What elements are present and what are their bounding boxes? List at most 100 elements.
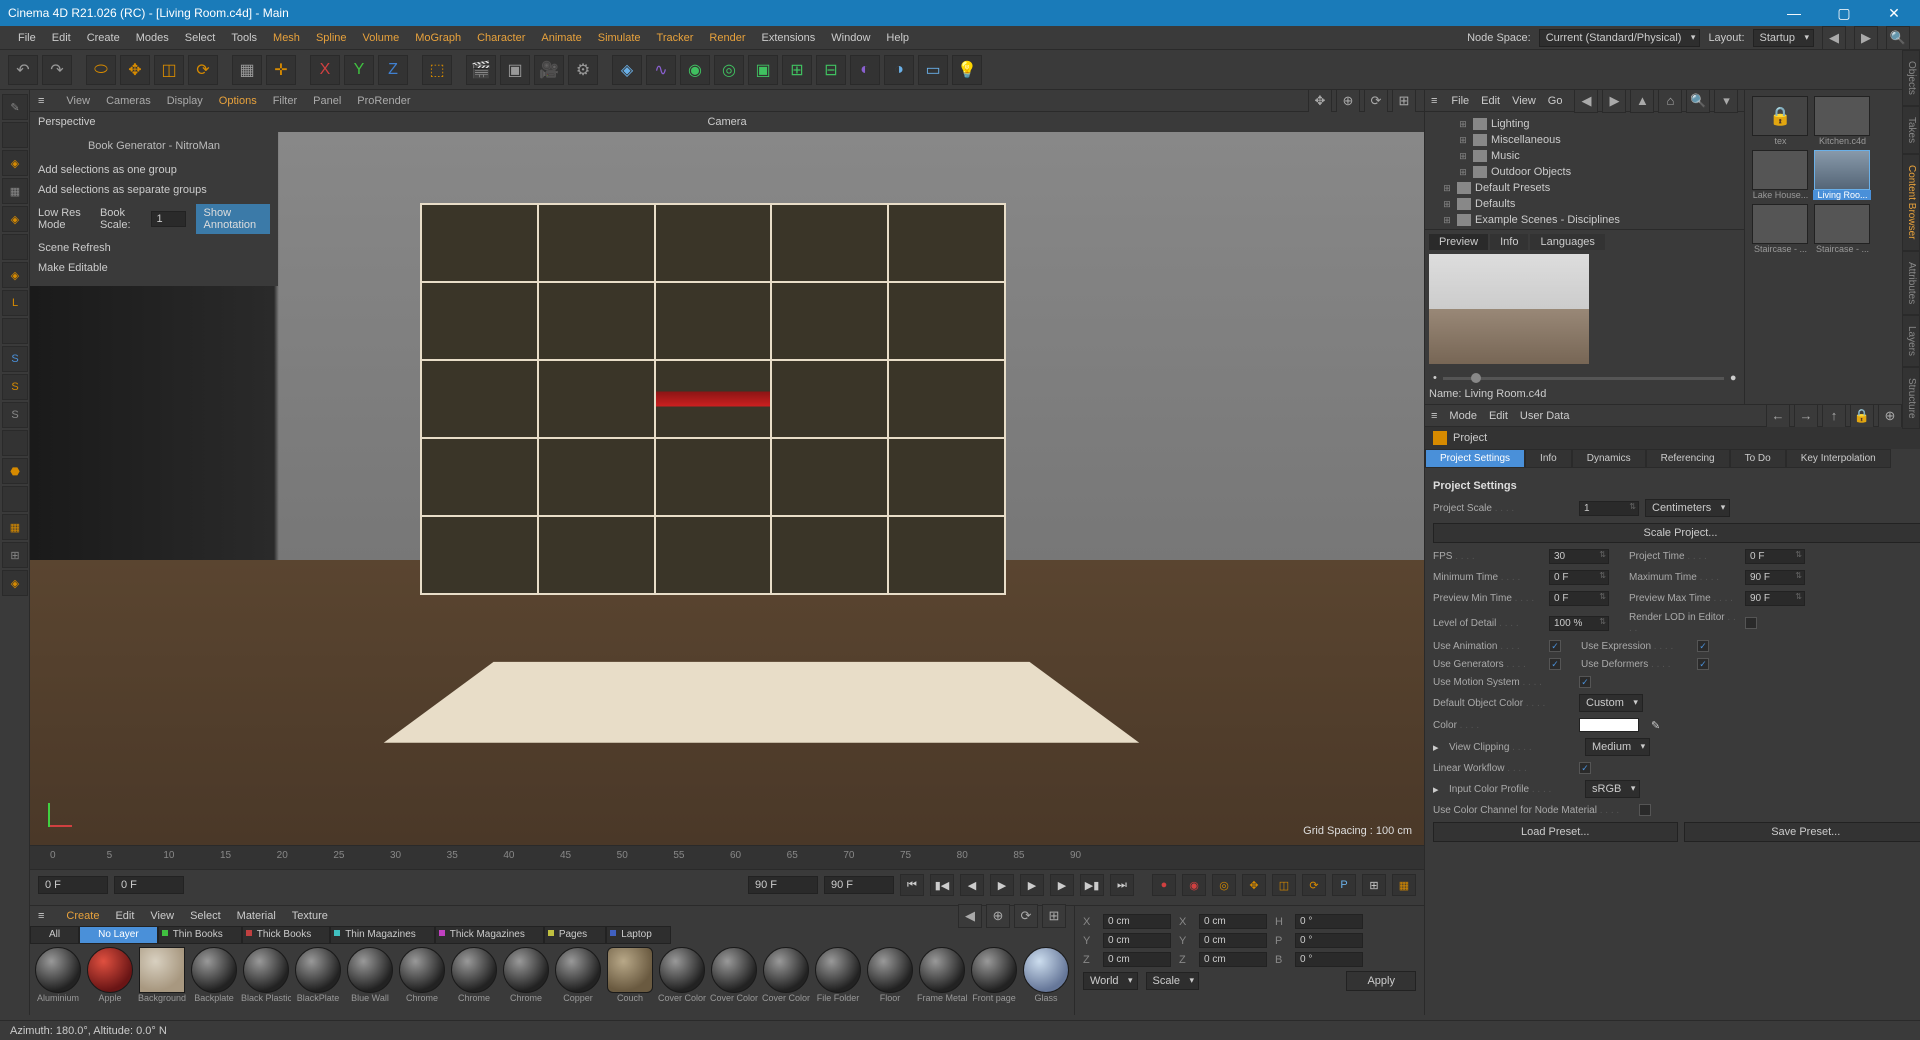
mat-nav1-icon[interactable]: ◀ xyxy=(958,904,982,928)
pos-z[interactable]: 0 cm xyxy=(1103,952,1171,967)
texture-mode[interactable]: ▦ xyxy=(2,178,28,204)
render-picture-button[interactable]: 🎥 xyxy=(534,55,564,85)
hamburger-icon[interactable]: ≡ xyxy=(38,910,44,922)
menu-animate[interactable]: Animate xyxy=(533,26,589,50)
material-blue-wall[interactable]: Blue Wall xyxy=(345,947,395,1012)
current-frame-field[interactable]: 0 F xyxy=(38,876,108,894)
show-annotation-button[interactable]: Show Annotation xyxy=(196,204,270,234)
zoom-slider[interactable] xyxy=(1443,377,1724,380)
light-button[interactable]: 💡 xyxy=(952,55,982,85)
book-scale-input[interactable]: 1 xyxy=(151,211,185,227)
save-preset-button[interactable]: Save Preset... xyxy=(1684,822,1920,842)
view-menu-display[interactable]: Display xyxy=(167,95,203,107)
menu-render[interactable]: Render xyxy=(701,26,753,50)
lod-input[interactable]: 100 % xyxy=(1549,616,1609,631)
environment-button[interactable]: ◑ xyxy=(884,55,914,85)
menu-mesh[interactable]: Mesh xyxy=(265,26,308,50)
play-button[interactable]: ▶ xyxy=(1020,874,1044,896)
menu-tools[interactable]: Tools xyxy=(223,26,265,50)
add-one-group[interactable]: Add selections as one group xyxy=(38,164,177,176)
cb-back-icon[interactable]: ◀ xyxy=(1574,89,1598,113)
preview-tab[interactable]: Preview xyxy=(1429,234,1488,250)
layer-tab-thin-magazines[interactable]: Thin Magazines xyxy=(330,926,435,944)
low-res-mode[interactable]: Low Res Mode xyxy=(38,207,90,231)
color-swatch[interactable] xyxy=(1579,718,1639,732)
layer-tab-thick-magazines[interactable]: Thick Magazines xyxy=(435,926,544,944)
key-pla-button[interactable]: ⊞ xyxy=(1362,874,1386,896)
side-tab-takes[interactable]: Takes xyxy=(1902,106,1920,154)
eyedropper-icon[interactable]: ✎ xyxy=(1651,719,1660,732)
thumb-living-roo-[interactable]: Living Roo... xyxy=(1813,150,1871,200)
material-floor[interactable]: Floor xyxy=(865,947,915,1012)
thumb-lake-house-[interactable]: Lake House... xyxy=(1751,150,1809,200)
project-time-input[interactable]: 0 F xyxy=(1745,549,1805,564)
view-menu-panel[interactable]: Panel xyxy=(313,95,341,107)
tree-item-example-scenes-disciplines[interactable]: ⊞Example Scenes - Disciplines xyxy=(1425,212,1744,228)
tree-item-default-presets[interactable]: ⊞Default Presets xyxy=(1425,180,1744,196)
vp-rotate-icon[interactable]: ⟳ xyxy=(1364,89,1388,113)
material-apple[interactable]: Apple xyxy=(85,947,135,1012)
mat-nav2-icon[interactable]: ⊕ xyxy=(986,904,1010,928)
mat-menu-texture[interactable]: Texture xyxy=(292,910,328,922)
mat-menu-material[interactable]: Material xyxy=(237,910,276,922)
hamburger-icon[interactable]: ≡ xyxy=(1431,95,1437,107)
prev-frame-button[interactable]: ◀ xyxy=(960,874,984,896)
attr-menu-edit[interactable]: Edit xyxy=(1489,410,1508,422)
side-tab-structure[interactable]: Structure xyxy=(1902,367,1920,430)
material-cover-color[interactable]: Cover Color xyxy=(657,947,707,1012)
make-editable[interactable]: Make Editable xyxy=(38,262,108,274)
menu-mograph[interactable]: MoGraph xyxy=(407,26,469,50)
size-z[interactable]: 0 cm xyxy=(1199,952,1267,967)
scale-project-button[interactable]: Scale Project... xyxy=(1433,523,1920,543)
tree-item-lighting[interactable]: ⊞Lighting xyxy=(1425,116,1744,132)
render-settings-button[interactable]: ⚙ xyxy=(568,55,598,85)
deformer-button[interactable]: ◐ xyxy=(850,55,880,85)
rotate-tool[interactable]: ⟳ xyxy=(188,55,218,85)
start-frame-field[interactable]: 0 F xyxy=(114,876,184,894)
key-rot-button[interactable]: ⟳ xyxy=(1302,874,1326,896)
cube-primitive[interactable]: ◈ xyxy=(612,55,642,85)
layer-tab-pages[interactable]: Pages xyxy=(544,926,606,944)
tree-item-defaults[interactable]: ⊞Defaults xyxy=(1425,196,1744,212)
view-menu-cameras[interactable]: Cameras xyxy=(106,95,151,107)
play-back-button[interactable]: ▶ xyxy=(990,874,1014,896)
expand-icon[interactable]: ▸ xyxy=(1433,741,1443,754)
coord-scale-dropdown[interactable]: Scale xyxy=(1146,972,1200,990)
project-scale-unit[interactable]: Centimeters xyxy=(1645,499,1730,517)
layer-tab-no-layer[interactable]: No Layer xyxy=(79,926,158,944)
maximize-button[interactable]: ▢ xyxy=(1826,0,1862,26)
layout-next-icon[interactable]: ▶ xyxy=(1854,26,1878,50)
prev-key-button[interactable]: ▮◀ xyxy=(930,874,954,896)
generator-button[interactable]: ◉ xyxy=(680,55,710,85)
material-chrome[interactable]: Chrome xyxy=(501,947,551,1012)
tree-item-music[interactable]: ⊞Music xyxy=(1425,148,1744,164)
thumb-kitchen-c4d[interactable]: Kitchen.c4d xyxy=(1813,96,1871,146)
timeline-ruler[interactable]: 051015202530354045505560657075808590 xyxy=(30,846,1424,870)
menu-select[interactable]: Select xyxy=(177,26,224,50)
node-space-dropdown[interactable]: Current (Standard/Physical) xyxy=(1539,29,1701,47)
render-lod-checkbox[interactable] xyxy=(1745,617,1757,629)
field-button[interactable]: ⊞ xyxy=(782,55,812,85)
menu-create[interactable]: Create xyxy=(79,26,128,50)
axis-mode[interactable]: L xyxy=(2,290,28,316)
side-tab-attributes[interactable]: Attributes xyxy=(1902,251,1920,315)
material-couch[interactable]: Couch xyxy=(605,947,655,1012)
min-time-input[interactable]: 0 F xyxy=(1549,570,1609,585)
snap-button[interactable]: ▦ xyxy=(2,514,28,540)
menu-modes[interactable]: Modes xyxy=(128,26,177,50)
tree-item-outdoor-objects[interactable]: ⊞Outdoor Objects xyxy=(1425,164,1744,180)
menu-edit[interactable]: Edit xyxy=(44,26,79,50)
material-copper[interactable]: Copper xyxy=(553,947,603,1012)
view-menu-filter[interactable]: Filter xyxy=(273,95,297,107)
layer-tab-thin-books[interactable]: Thin Books xyxy=(158,926,242,944)
hamburger-icon[interactable]: ≡ xyxy=(38,95,44,107)
obj-menu-file[interactable]: File xyxy=(1451,95,1469,107)
vp-layout-icon[interactable]: ⊞ xyxy=(1392,89,1416,113)
close-button[interactable]: ✕ xyxy=(1876,0,1912,26)
thumb-tex[interactable]: 🔒tex xyxy=(1751,96,1809,146)
fps-input[interactable]: 30 xyxy=(1549,549,1609,564)
use-anim-checkbox[interactable]: ✓ xyxy=(1549,640,1561,652)
render-view-button[interactable]: 🎬 xyxy=(466,55,496,85)
axis-move-tool[interactable]: ✛ xyxy=(266,55,296,85)
hamburger-icon[interactable]: ≡ xyxy=(1431,410,1437,422)
